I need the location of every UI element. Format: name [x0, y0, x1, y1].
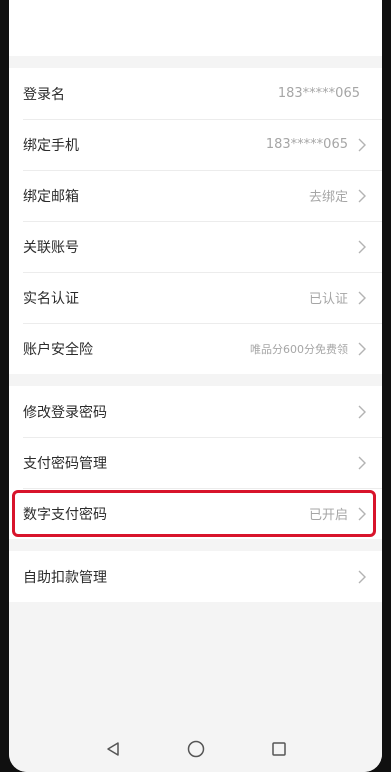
row-label: 自助扣款管理	[23, 569, 107, 586]
payment-password-row[interactable]: 支付密码管理	[9, 437, 382, 488]
section-gap	[9, 374, 382, 386]
account-section: 登录名 183*****065 绑定手机 183*****065 绑定邮箱 去绑…	[9, 68, 382, 374]
row-value: 唯品分600分免费领	[250, 342, 348, 356]
real-name-auth-row[interactable]: 实名认证 已认证	[9, 272, 382, 323]
chevron-right-icon	[356, 239, 368, 255]
chevron-right-icon	[356, 455, 368, 471]
row-label: 绑定手机	[23, 137, 79, 154]
bind-phone-row[interactable]: 绑定手机 183*****065	[9, 119, 382, 170]
chevron-right-icon	[356, 506, 368, 522]
top-bar	[9, 0, 382, 56]
chevron-right-icon	[356, 569, 368, 585]
row-value: 183*****065	[277, 86, 360, 101]
digital-pay-password-row[interactable]: 数字支付密码 已开启	[9, 488, 382, 539]
home-circle-icon[interactable]	[154, 726, 237, 772]
row-label: 修改登录密码	[23, 404, 107, 421]
row-label: 实名认证	[23, 290, 79, 307]
section-gap	[9, 539, 382, 551]
row-value: 去绑定	[308, 190, 348, 205]
recent-square-icon[interactable]	[237, 726, 320, 772]
phone-frame: 登录名 183*****065 绑定手机 183*****065 绑定邮箱 去绑…	[0, 0, 391, 772]
auto-debit-row[interactable]: 自助扣款管理	[9, 551, 382, 602]
back-triangle-icon[interactable]	[71, 726, 154, 772]
row-value: 183*****065	[265, 137, 348, 152]
screen: 登录名 183*****065 绑定手机 183*****065 绑定邮箱 去绑…	[9, 0, 382, 772]
chevron-right-icon	[356, 137, 368, 153]
bind-email-row[interactable]: 绑定邮箱 去绑定	[9, 170, 382, 221]
change-login-password-row[interactable]: 修改登录密码	[9, 386, 382, 437]
account-insurance-row[interactable]: 账户安全险 唯品分600分免费领	[9, 323, 382, 374]
login-name-row: 登录名 183*****065	[9, 68, 382, 119]
chevron-right-icon	[356, 290, 368, 306]
system-nav-bar	[9, 726, 382, 772]
row-label: 登录名	[23, 86, 65, 103]
linked-accounts-row[interactable]: 关联账号	[9, 221, 382, 272]
row-label: 账户安全险	[23, 341, 93, 358]
row-label: 支付密码管理	[23, 455, 107, 472]
chevron-right-icon	[356, 188, 368, 204]
row-label: 绑定邮箱	[23, 188, 79, 205]
row-label: 关联账号	[23, 239, 79, 256]
row-value: 已认证	[308, 292, 348, 307]
security-section: 修改登录密码 支付密码管理 数字支付密码 已开启	[9, 386, 382, 539]
section-gap	[9, 56, 382, 68]
row-value: 已开启	[308, 508, 348, 523]
row-label: 数字支付密码	[23, 506, 107, 523]
chevron-right-icon	[356, 341, 368, 357]
autopay-section: 自助扣款管理	[9, 551, 382, 602]
chevron-right-icon	[356, 404, 368, 420]
